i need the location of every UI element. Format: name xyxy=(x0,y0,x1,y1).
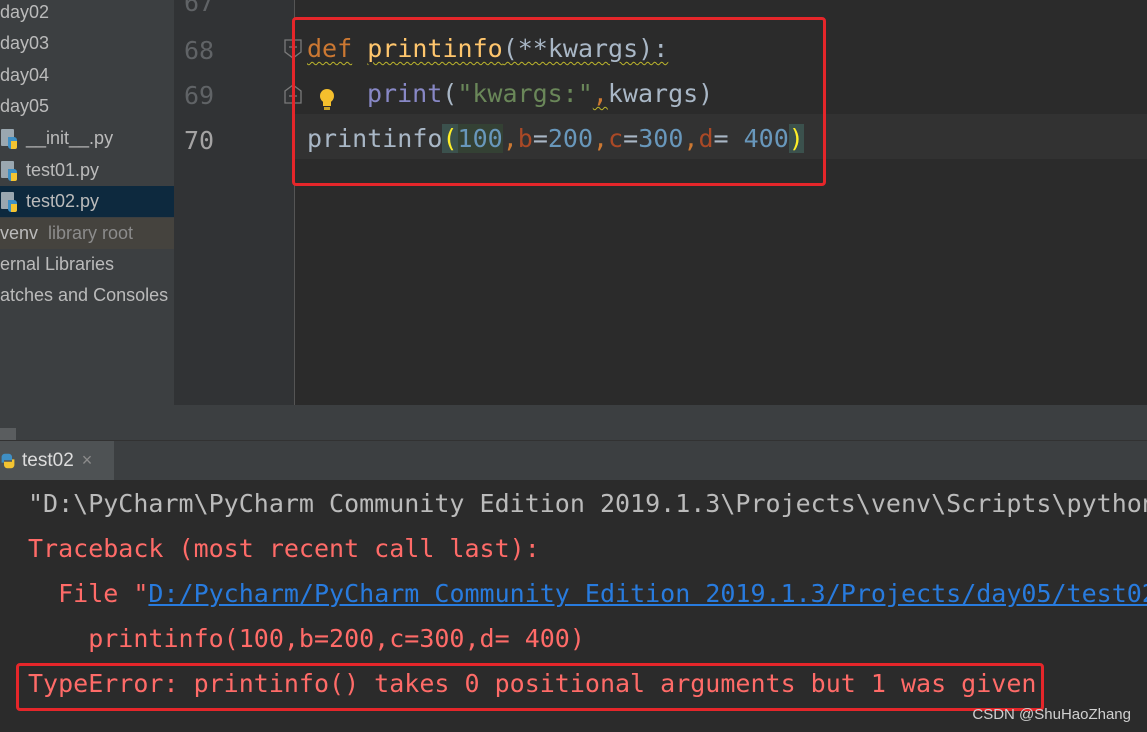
annotation-box-error xyxy=(16,663,1044,711)
tree-item-label: day02 xyxy=(0,2,50,22)
tree-item-day05[interactable]: day05 xyxy=(0,91,174,122)
tree-item-scratches[interactable]: atches and Consoles xyxy=(0,280,174,311)
tree-item-label: day05 xyxy=(0,96,50,116)
tree-item-label: venv xyxy=(0,223,39,243)
tree-item-init-py[interactable]: __init__.py xyxy=(0,123,174,154)
annotation-box-code xyxy=(292,17,826,186)
run-tab-strip xyxy=(0,440,1147,481)
tree-item-label: test02.py xyxy=(26,191,100,211)
file-link[interactable]: D:/Pycharm/PyCharm Community Edition 201… xyxy=(148,579,1147,608)
tree-item-label: day04 xyxy=(0,65,50,85)
tree-item-day04[interactable]: day04 xyxy=(0,60,174,91)
line-number: 67 xyxy=(184,0,215,17)
close-icon[interactable]: × xyxy=(82,450,93,471)
python-run-icon xyxy=(1,453,15,468)
console-traceback-header: Traceback (most recent call last): xyxy=(28,534,540,563)
tree-item-label: ernal Libraries xyxy=(0,254,115,274)
tree-item-test02-py[interactable]: test02.py xyxy=(0,186,174,217)
tree-item-day02[interactable]: day02 xyxy=(0,0,174,28)
tree-item-external-libraries[interactable]: ernal Libraries xyxy=(0,249,174,280)
python-file-icon xyxy=(1,191,17,212)
tree-item-day03[interactable]: day03 xyxy=(0,28,174,59)
line-number: 70 xyxy=(184,126,215,155)
run-tab-test02[interactable]: test02 × xyxy=(0,441,114,480)
pycharm-window: day02 day03 day04 day05 __init__.py test… xyxy=(0,0,1147,732)
tree-item-venv[interactable]: venv library root xyxy=(0,218,174,249)
watermark: CSDN @ShuHaoZhang xyxy=(972,706,1131,723)
line-number: 69 xyxy=(184,81,215,110)
line-number: 68 xyxy=(184,36,215,65)
run-tab-label: test02 xyxy=(22,449,74,471)
python-file-icon xyxy=(1,128,17,149)
library-root-tag: library root xyxy=(48,223,134,243)
python-file-icon xyxy=(1,160,17,181)
file-prefix: File " xyxy=(28,579,149,608)
scrollbar-thumb[interactable] xyxy=(0,428,16,440)
tree-item-test01-py[interactable]: test01.py xyxy=(0,155,174,186)
console-command-line: "D:\PyCharm\PyCharm Community Edition 20… xyxy=(28,489,1147,518)
tree-item-label: day03 xyxy=(0,33,50,53)
project-tree: day02 day03 day04 day05 __init__.py test… xyxy=(0,0,174,440)
tree-item-label: test01.py xyxy=(26,160,100,180)
console-file-line: File "D:/Pycharm/PyCharm Community Editi… xyxy=(28,579,1147,608)
editor-panel-divider xyxy=(0,405,1147,440)
tree-item-label: atches and Consoles xyxy=(0,285,169,305)
tree-item-label: __init__.py xyxy=(26,128,114,148)
console-code-line: printinfo(100,b=200,c=300,d= 400) xyxy=(28,624,585,653)
